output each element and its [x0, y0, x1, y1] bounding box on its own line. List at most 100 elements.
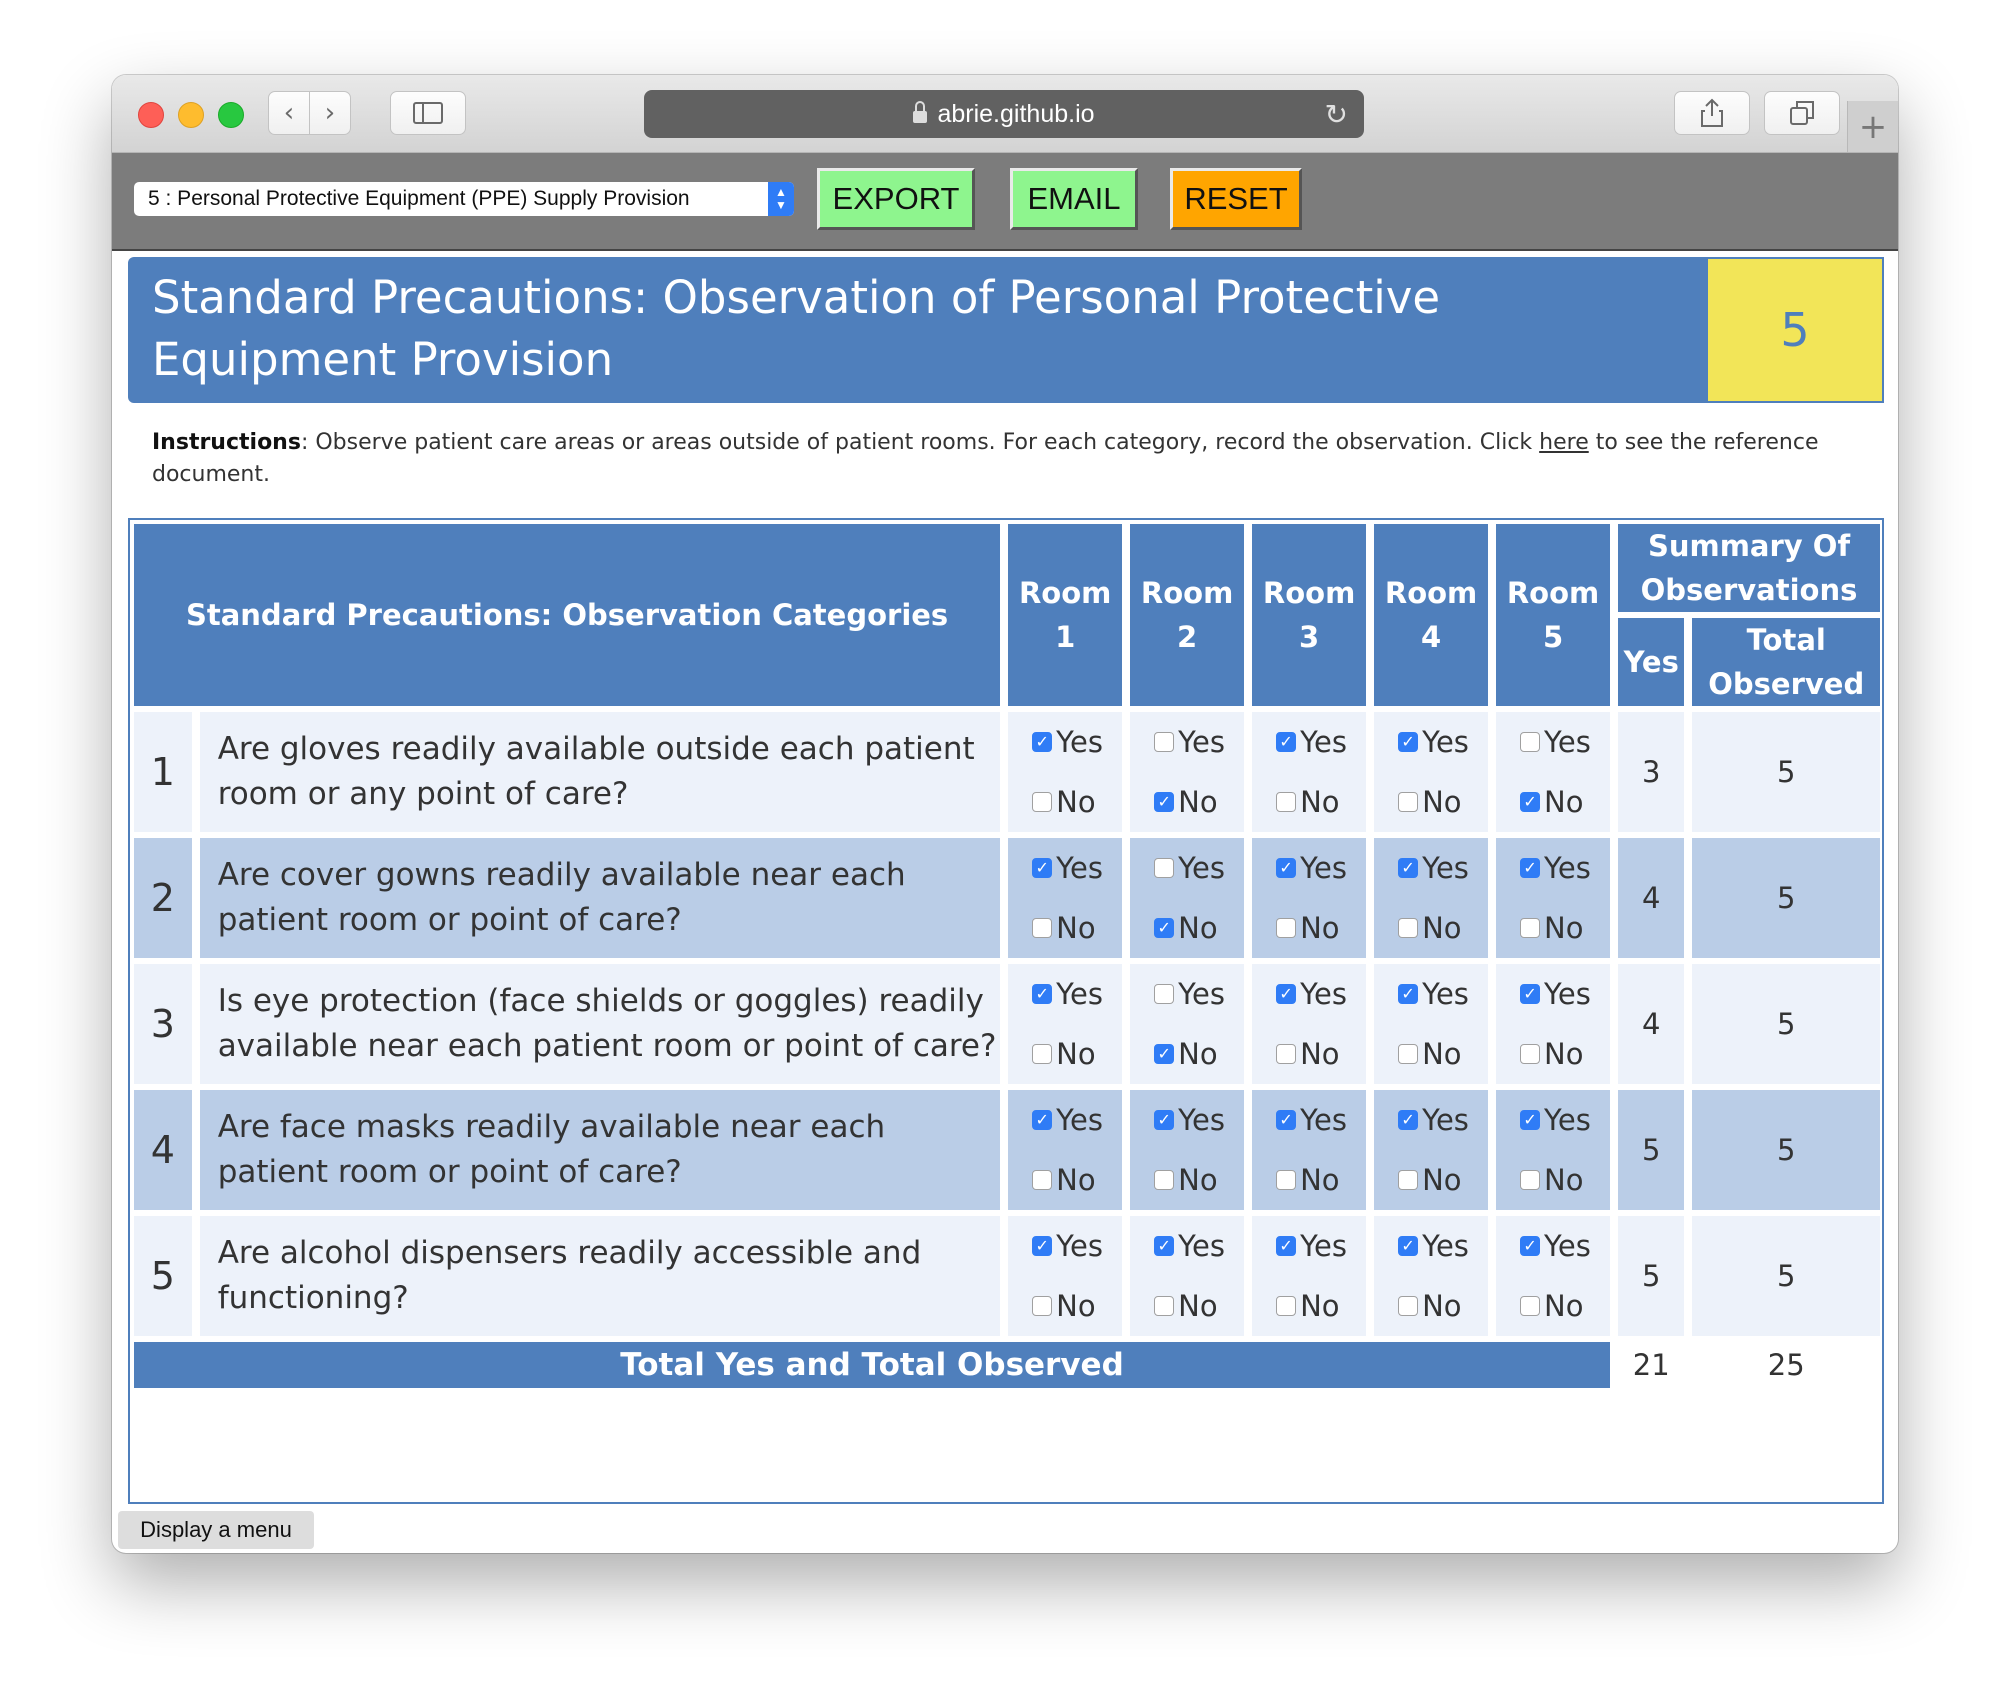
yes-checkbox[interactable]: ✓ — [1154, 1236, 1175, 1256]
no-option[interactable]: ✓ No — [1130, 898, 1244, 958]
no-option[interactable]: ✓ No — [1130, 1024, 1244, 1084]
new-tab-button[interactable]: + — [1847, 101, 1898, 152]
yes-checkbox[interactable]: ✓ — [1276, 1236, 1297, 1256]
yes-checkbox[interactable]: ✓ — [1520, 1236, 1541, 1256]
yes-option[interactable]: ✓ Yes — [1008, 1090, 1122, 1150]
share-button[interactable] — [1674, 91, 1750, 135]
yes-checkbox[interactable]: ✓ — [1276, 984, 1297, 1004]
no-option[interactable]: No — [1252, 1024, 1366, 1084]
close-window-button[interactable] — [138, 102, 164, 128]
no-option[interactable]: No — [1252, 1276, 1366, 1336]
no-checkbox[interactable] — [1276, 1170, 1297, 1190]
yes-option[interactable]: ✓ Yes — [1008, 1216, 1122, 1276]
yes-option[interactable]: ✓ Yes — [1496, 964, 1610, 1024]
no-checkbox[interactable] — [1520, 918, 1541, 938]
yes-option[interactable]: ✓ Yes — [1252, 964, 1366, 1024]
yes-checkbox[interactable] — [1520, 732, 1541, 752]
no-checkbox[interactable] — [1398, 1296, 1419, 1316]
no-option[interactable]: ✓ No — [1496, 772, 1610, 832]
no-checkbox[interactable] — [1154, 1170, 1175, 1190]
no-checkbox[interactable] — [1154, 1296, 1175, 1316]
yes-checkbox[interactable]: ✓ — [1520, 1110, 1541, 1130]
no-option[interactable]: No — [1374, 772, 1488, 832]
yes-checkbox[interactable]: ✓ — [1032, 1110, 1053, 1130]
no-checkbox[interactable] — [1520, 1296, 1541, 1316]
yes-option[interactable]: ✓ Yes — [1130, 1090, 1244, 1150]
yes-option[interactable]: ✓ Yes — [1252, 838, 1366, 898]
yes-option[interactable]: ✓ Yes — [1008, 838, 1122, 898]
no-option[interactable]: No — [1008, 772, 1122, 832]
minimize-window-button[interactable] — [178, 102, 204, 128]
tabs-button[interactable] — [1764, 91, 1840, 135]
yes-option[interactable]: ✓ Yes — [1130, 1216, 1244, 1276]
no-checkbox[interactable]: ✓ — [1154, 1044, 1175, 1064]
yes-option[interactable]: Yes — [1130, 964, 1244, 1024]
yes-option[interactable]: ✓ Yes — [1008, 964, 1122, 1024]
no-option[interactable]: No — [1008, 1024, 1122, 1084]
yes-checkbox[interactable]: ✓ — [1154, 1110, 1175, 1130]
yes-checkbox[interactable]: ✓ — [1276, 1110, 1297, 1130]
no-option[interactable]: No — [1374, 1024, 1488, 1084]
yes-option[interactable]: ✓ Yes — [1496, 1216, 1610, 1276]
no-option[interactable]: No — [1252, 772, 1366, 832]
yes-option[interactable]: ✓ Yes — [1374, 964, 1488, 1024]
no-checkbox[interactable]: ✓ — [1154, 918, 1175, 938]
no-option[interactable]: No — [1374, 898, 1488, 958]
no-checkbox[interactable] — [1398, 918, 1419, 938]
no-checkbox[interactable] — [1398, 1044, 1419, 1064]
no-option[interactable]: No — [1252, 898, 1366, 958]
no-option[interactable]: No — [1496, 1276, 1610, 1336]
no-option[interactable]: No — [1008, 1150, 1122, 1210]
yes-option[interactable]: Yes — [1130, 838, 1244, 898]
sidebar-button[interactable] — [390, 91, 466, 135]
yes-checkbox[interactable] — [1154, 732, 1175, 752]
no-option[interactable]: No — [1130, 1150, 1244, 1210]
no-option[interactable]: No — [1496, 1150, 1610, 1210]
no-checkbox[interactable] — [1032, 918, 1053, 938]
yes-checkbox[interactable]: ✓ — [1032, 984, 1053, 1004]
yes-option[interactable]: ✓ Yes — [1496, 838, 1610, 898]
no-checkbox[interactable] — [1032, 1044, 1053, 1064]
no-checkbox[interactable] — [1398, 1170, 1419, 1190]
forward-button[interactable]: › — [309, 91, 351, 135]
no-option[interactable]: No — [1496, 898, 1610, 958]
yes-checkbox[interactable]: ✓ — [1032, 732, 1053, 752]
yes-option[interactable]: ✓ Yes — [1374, 1216, 1488, 1276]
yes-checkbox[interactable]: ✓ — [1032, 1236, 1053, 1256]
yes-checkbox[interactable]: ✓ — [1520, 858, 1541, 878]
yes-option[interactable]: ✓ Yes — [1374, 1090, 1488, 1150]
yes-checkbox[interactable]: ✓ — [1398, 1236, 1419, 1256]
yes-checkbox[interactable]: ✓ — [1032, 858, 1053, 878]
yes-option[interactable]: ✓ Yes — [1496, 1090, 1610, 1150]
export-button[interactable]: EXPORT — [817, 168, 975, 230]
no-option[interactable]: No — [1008, 1276, 1122, 1336]
no-option[interactable]: No — [1252, 1150, 1366, 1210]
no-option[interactable]: ✓ No — [1130, 772, 1244, 832]
zoom-window-button[interactable] — [218, 102, 244, 128]
no-option[interactable]: No — [1496, 1024, 1610, 1084]
back-button[interactable]: ‹ — [268, 91, 310, 135]
no-checkbox[interactable] — [1520, 1044, 1541, 1064]
yes-option[interactable]: ✓ Yes — [1252, 1216, 1366, 1276]
yes-option[interactable]: ✓ Yes — [1252, 1090, 1366, 1150]
yes-checkbox[interactable]: ✓ — [1398, 732, 1419, 752]
no-checkbox[interactable]: ✓ — [1520, 792, 1541, 812]
yes-checkbox[interactable]: ✓ — [1398, 1110, 1419, 1130]
no-option[interactable]: No — [1374, 1150, 1488, 1210]
yes-checkbox[interactable] — [1154, 984, 1175, 1004]
yes-option[interactable]: ✓ Yes — [1374, 712, 1488, 772]
yes-checkbox[interactable]: ✓ — [1276, 858, 1297, 878]
reference-link[interactable]: here — [1539, 430, 1589, 455]
no-checkbox[interactable]: ✓ — [1154, 792, 1175, 812]
no-option[interactable]: No — [1008, 898, 1122, 958]
no-option[interactable]: No — [1130, 1276, 1244, 1336]
yes-checkbox[interactable] — [1154, 858, 1175, 878]
yes-checkbox[interactable]: ✓ — [1398, 984, 1419, 1004]
address-bar[interactable]: abrie.github.io ↻ — [644, 90, 1364, 138]
yes-checkbox[interactable]: ✓ — [1398, 858, 1419, 878]
no-checkbox[interactable] — [1276, 792, 1297, 812]
no-checkbox[interactable] — [1032, 1170, 1053, 1190]
no-checkbox[interactable] — [1276, 1044, 1297, 1064]
no-checkbox[interactable] — [1520, 1170, 1541, 1190]
yes-option[interactable]: ✓ Yes — [1252, 712, 1366, 772]
